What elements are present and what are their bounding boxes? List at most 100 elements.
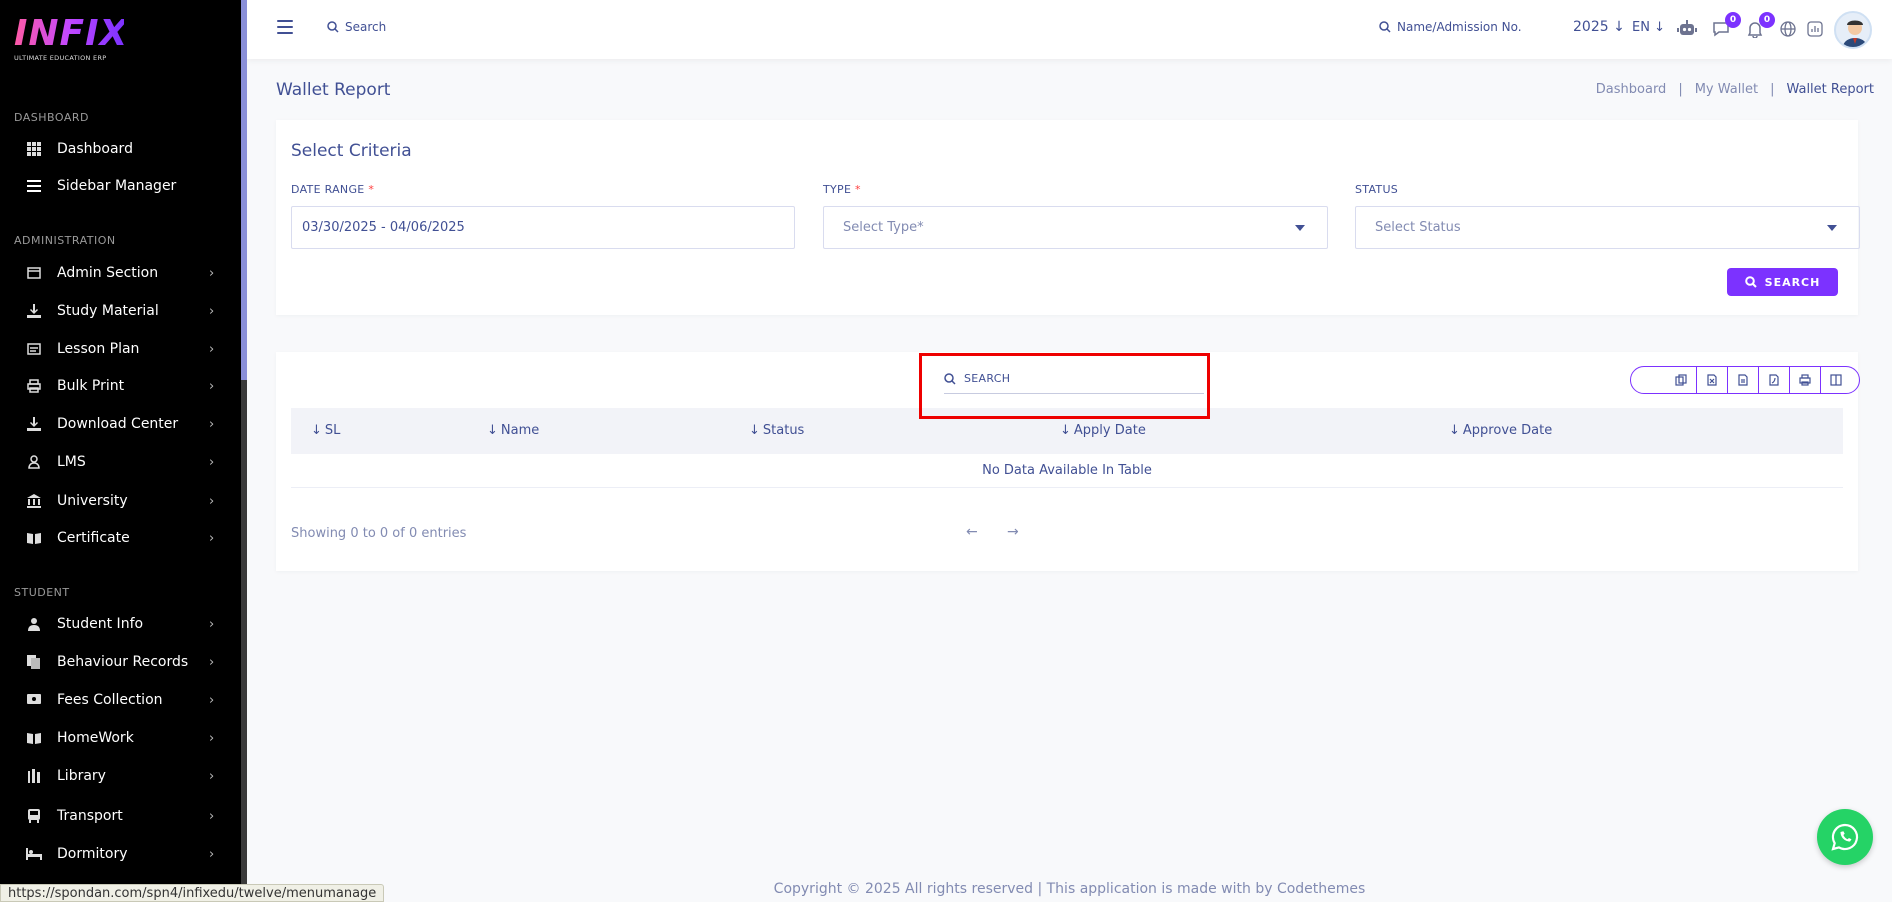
status-placeholder: Select Status — [1375, 220, 1461, 235]
sidebar-item-label: Study Material — [57, 303, 159, 319]
column-sl[interactable]: ↓ SL — [311, 423, 340, 438]
university-icon — [26, 493, 42, 509]
sidebar-item-label: LMS — [57, 454, 86, 470]
table-search-input[interactable]: SEARCH — [944, 364, 1204, 394]
excel-icon[interactable] — [1696, 367, 1727, 393]
sidebar-item-lms[interactable]: LMS › — [0, 446, 241, 478]
sidebar-item-sidebar-manager[interactable]: Sidebar Manager — [0, 170, 241, 202]
pdf-icon[interactable] — [1758, 367, 1789, 393]
search-button[interactable]: SEARCH — [1727, 268, 1838, 296]
type-select[interactable]: Select Type* — [823, 206, 1328, 249]
wallet-table-card: SEARCH ↓ SL ↓ Name ↓ Status ↓ Apply Date ↓ Ap… — [276, 352, 1860, 571]
download-icon — [26, 416, 42, 432]
search-icon — [327, 21, 339, 33]
sidebar-item-fees-collection[interactable]: Fees Collection › — [0, 684, 241, 716]
global-search[interactable]: Search — [327, 20, 386, 34]
columns-icon[interactable] — [1820, 367, 1851, 393]
breadcrumb-dashboard[interactable]: Dashboard — [1596, 82, 1667, 97]
hamburger-menu-icon[interactable] — [277, 20, 293, 34]
print-icon[interactable] — [1789, 367, 1820, 393]
sidebar-item-label: Dashboard — [57, 141, 133, 157]
messages-button[interactable]: 0 — [1710, 12, 1741, 40]
chevron-right-icon: › — [209, 846, 215, 862]
sidebar-item-download-center[interactable]: Download Center › — [0, 408, 241, 440]
sidebar-item-study-material[interactable]: Study Material › — [0, 295, 241, 327]
breadcrumb: Dashboard | My Wallet | Wallet Report — [1596, 82, 1874, 97]
sort-arrow-icon: ↓ — [1060, 423, 1071, 438]
search-icon — [944, 372, 956, 385]
analytics-icon[interactable] — [1804, 18, 1826, 40]
sidebar-item-label: Lesson Plan — [57, 341, 140, 357]
admission-search-label: Name/Admission No. — [1397, 20, 1522, 34]
chevron-right-icon: › — [209, 808, 215, 824]
language-selector[interactable]: EN ↓ — [1632, 20, 1665, 35]
column-label: SL — [324, 423, 341, 438]
table-header: ↓ SL ↓ Name ↓ Status ↓ Apply Date ↓ Approve D… — [291, 408, 1843, 454]
next-page-button[interactable]: → — [1007, 524, 1019, 540]
sidebar-item-label: Download Center — [57, 416, 179, 432]
sidebar-item-behaviour-records[interactable]: Behaviour Records › — [0, 646, 241, 678]
status-select[interactable]: Select Status — [1355, 206, 1860, 249]
breadcrumb-my-wallet[interactable]: My Wallet — [1695, 82, 1758, 97]
year-selector[interactable]: 2025 ↓ — [1573, 19, 1625, 35]
date-range-input[interactable]: 03/30/2025 - 04/06/2025 — [291, 206, 795, 249]
robot-icon[interactable] — [1676, 18, 1698, 40]
sidebar-item-label: HomeWork — [57, 730, 134, 746]
type-placeholder: Select Type* — [843, 220, 924, 235]
sidebar-item-dormitory[interactable]: Dormitory › — [0, 838, 241, 870]
sidebar-item-library[interactable]: Library › — [0, 760, 241, 792]
column-approve-date[interactable]: ↓ Approve Date — [1449, 423, 1552, 438]
book-icon — [26, 730, 42, 746]
sidebar-item-dashboard[interactable]: Dashboard — [0, 133, 241, 165]
chevron-right-icon: › — [209, 768, 215, 784]
caret-down-icon — [1827, 225, 1837, 231]
required-mark: * — [855, 183, 861, 196]
records-icon — [26, 654, 42, 670]
breadcrumb-separator: | — [1770, 82, 1775, 97]
download-icon — [26, 303, 42, 319]
empty-table-message: No Data Available In Table — [291, 454, 1843, 488]
notifications-button[interactable]: 0 — [1744, 12, 1775, 40]
sidebar-item-label: Fees Collection — [57, 692, 163, 708]
globe-icon[interactable] — [1777, 18, 1799, 40]
sidebar-item-admin-section[interactable]: Admin Section › — [0, 257, 241, 289]
required-mark: * — [368, 183, 375, 196]
section-title-dashboard: DASHBOARD — [14, 111, 90, 124]
caret-down-icon — [1295, 225, 1305, 231]
chevron-right-icon: › — [209, 341, 215, 357]
bus-icon — [26, 808, 42, 824]
sidebar-item-homework[interactable]: HomeWork › — [0, 722, 241, 754]
whatsapp-button[interactable] — [1817, 809, 1873, 865]
grid-icon — [26, 141, 42, 157]
column-name[interactable]: ↓ Name — [487, 423, 539, 438]
chevron-right-icon: › — [209, 616, 215, 632]
search-button-label: SEARCH — [1764, 275, 1821, 289]
language-value: EN — [1632, 20, 1650, 35]
column-status[interactable]: ↓ Status — [749, 423, 804, 438]
csv-icon[interactable] — [1727, 367, 1758, 393]
avatar[interactable] — [1834, 11, 1872, 49]
sidebar-item-transport[interactable]: Transport › — [0, 800, 241, 832]
sidebar-item-university[interactable]: University › — [0, 485, 241, 517]
type-label-text: TYPE — [823, 183, 852, 196]
book-icon — [26, 530, 42, 546]
column-label: Status — [762, 423, 805, 438]
sort-arrow-icon: ↓ — [1449, 423, 1460, 438]
column-apply-date[interactable]: ↓ Apply Date — [1060, 423, 1146, 438]
sidebar-item-bulk-print[interactable]: Bulk Print › — [0, 370, 241, 402]
copy-icon[interactable] — [1665, 367, 1696, 393]
prev-page-button[interactable]: ← — [966, 524, 978, 540]
sidebar-item-student-info[interactable]: Student Info › — [0, 608, 241, 640]
page-title: Wallet Report — [276, 80, 391, 100]
column-label: Name — [500, 423, 540, 438]
library-icon — [26, 768, 42, 784]
sidebar-item-certificate[interactable]: Certificate › — [0, 522, 241, 554]
lms-icon — [26, 454, 42, 470]
admission-search[interactable]: Name/Admission No. — [1379, 20, 1522, 34]
top-navbar: Search Name/Admission No. 2025 ↓ EN ↓ 0 … — [247, 0, 1892, 59]
sort-arrow-icon: ↓ — [311, 423, 322, 438]
app-logo[interactable]: INFIX ULTIMATE EDUCATION ERP — [14, 16, 127, 66]
breadcrumb-wallet-report[interactable]: Wallet Report — [1786, 82, 1874, 97]
sidebar-item-lesson-plan[interactable]: Lesson Plan › — [0, 333, 241, 365]
chevron-right-icon: › — [209, 493, 215, 509]
